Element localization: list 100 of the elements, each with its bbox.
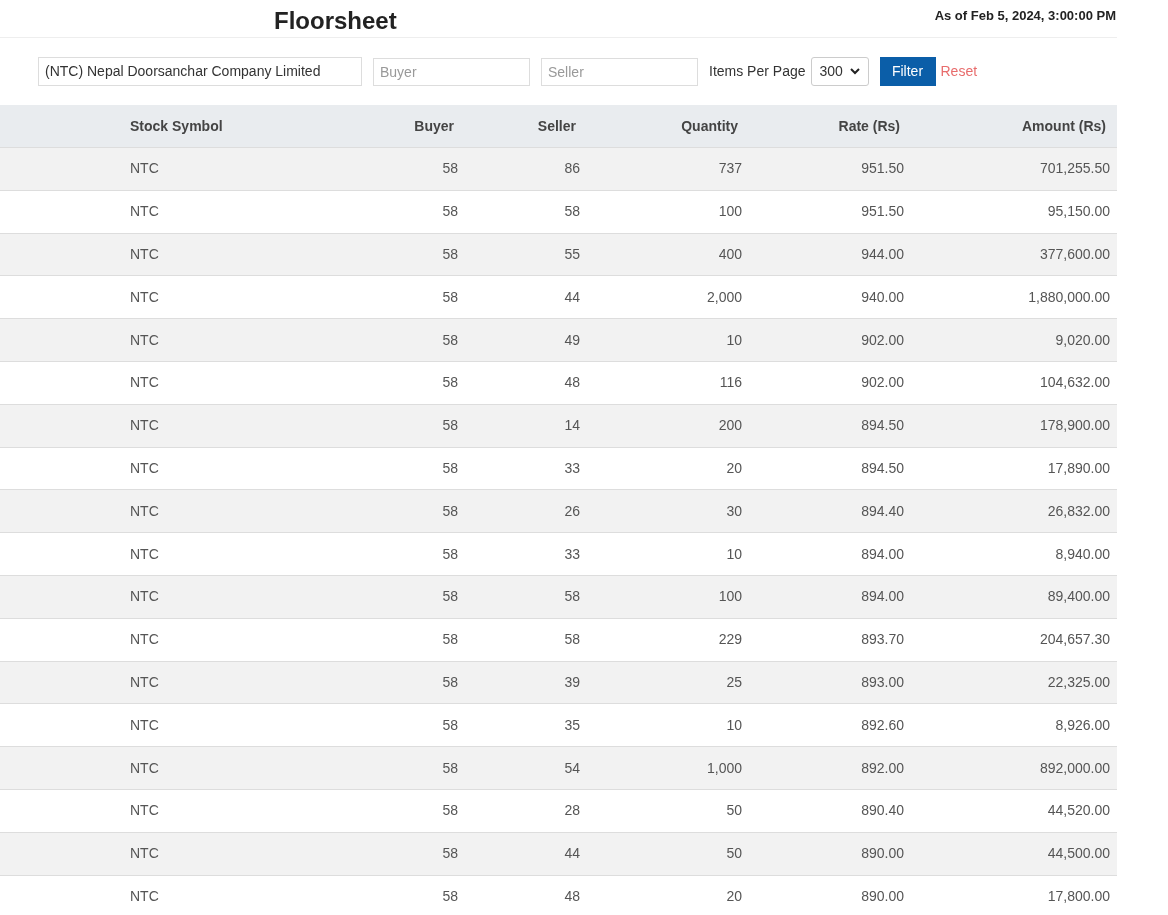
table-cell-text: 58: [441, 245, 458, 264]
table-cell-text: 2,000: [705, 287, 742, 307]
table-cell-text: 58: [441, 544, 458, 564]
table-cell-text: NTC: [129, 844, 160, 864]
table-cell-text: NTC: [129, 587, 160, 607]
table-cell-text: 229: [717, 630, 742, 650]
column-header: Rate (Rs): [837, 116, 901, 136]
table-cell-text: 17,800.00: [1046, 886, 1110, 906]
table-cell-text: NTC: [129, 458, 160, 478]
table-cell-text: 50: [725, 844, 742, 864]
table-cell-text: 58: [563, 630, 580, 650]
table-cell-text: 58: [441, 630, 458, 650]
table-cell-text: 894.50: [860, 458, 904, 478]
table-cell-text: NTC: [129, 715, 160, 735]
table-cell-text: 58: [441, 458, 458, 478]
table-cell-text: NTC: [129, 245, 160, 264]
filter-button[interactable]: Filter: [879, 57, 936, 86]
table-cell-text: 58: [441, 587, 458, 607]
table-cell-text: 9,020.00: [1054, 330, 1110, 350]
table-cell-text: 58: [441, 202, 458, 222]
table-cell-text: 54: [563, 758, 580, 778]
table-cell-text: 204,657.30: [1038, 630, 1110, 650]
chevron-down-icon: [849, 68, 860, 75]
column-header: Seller: [536, 116, 577, 136]
table-cell-text: 58: [441, 159, 458, 179]
table-cell-text: NTC: [129, 672, 160, 692]
column-header: Stock Symbol: [129, 116, 224, 136]
table-cell-text: 44: [563, 844, 580, 864]
table-cell-text: 20: [725, 458, 742, 478]
table-cell-text: 48: [563, 373, 580, 393]
table-cell-text: 50: [725, 801, 742, 821]
table-cell-text: 58: [441, 886, 458, 906]
table-cell-text: 25: [725, 672, 742, 692]
table-cell-text: 10: [725, 715, 742, 735]
table-cell-text: 58: [441, 801, 458, 821]
as-of-date: As of Feb 5, 2024, 3:00:00 PM: [934, 6, 1116, 25]
table-cell-text: 95,150.00: [1046, 202, 1110, 222]
table-cell-text: 894.50: [860, 416, 904, 436]
table-cell-text: NTC: [129, 416, 160, 436]
table-cell-text: 100: [717, 587, 742, 607]
table-cell-text: 26,832.00: [1046, 501, 1110, 521]
table-cell-text: 89,400.00: [1046, 587, 1110, 607]
table-cell-text: 890.00: [860, 886, 904, 906]
column-header: Amount (Rs): [1021, 116, 1107, 136]
seller-field[interactable]: Seller: [541, 57, 698, 86]
table-cell-text: 49: [563, 330, 580, 350]
table-cell-text: NTC: [129, 630, 160, 650]
table-cell-text: 17,890.00: [1046, 458, 1110, 478]
table-cell-text: 14: [563, 416, 580, 436]
table-cell-text: 58: [441, 330, 458, 350]
table-cell-text: 44,500.00: [1046, 844, 1110, 864]
table-cell-text: 737: [717, 159, 742, 179]
table-cell-text: 894.40: [860, 501, 904, 521]
table-cell-text: 1,880,000.00: [1027, 287, 1110, 307]
table-cell-text: 8,926.00: [1054, 715, 1110, 735]
table-cell-text: 58: [441, 416, 458, 436]
table-cell-text: NTC: [129, 202, 160, 222]
table-cell-text: 20: [725, 886, 742, 906]
table-cell-text: 58: [441, 758, 458, 778]
table-cell-text: NTC: [129, 501, 160, 521]
table-cell-text: 940.00: [860, 287, 904, 307]
table-cell-text: 28: [563, 801, 580, 821]
table-cell-text: NTC: [129, 159, 160, 179]
table-cell-text: 104,632.00: [1038, 373, 1110, 393]
table-cell-text: 35: [563, 715, 580, 735]
table-cell-text: 8,940.00: [1054, 544, 1110, 564]
table-cell-text: 58: [563, 202, 580, 222]
table-cell-text: 701,255.50: [1038, 159, 1110, 179]
table-cell-text: NTC: [129, 801, 160, 821]
table-cell-text: 890.40: [860, 801, 904, 821]
table-cell-text: 951.50: [860, 202, 904, 222]
table-cell-text: 377,600.00: [1038, 245, 1110, 264]
table-cell-text: 58: [441, 715, 458, 735]
table-cell-text: 1,000: [705, 758, 742, 778]
column-header: Buyer: [413, 116, 455, 136]
table-cell-text: 890.00: [860, 844, 904, 864]
items-per-page-select[interactable]: 300: [810, 57, 869, 86]
table-cell-text: 10: [725, 544, 742, 564]
table-cell-text: 22,325.00: [1046, 672, 1110, 692]
company-select[interactable]: (NTC) Nepal Doorsanchar Company Limited: [38, 57, 362, 86]
table-cell-text: 902.00: [860, 373, 904, 393]
buyer-field[interactable]: Buyer: [373, 57, 530, 86]
table-cell-text: 178,900.00: [1038, 416, 1110, 436]
table-cell-text: 55: [563, 245, 580, 264]
table-cell-text: NTC: [129, 758, 160, 778]
table-cell-text: 44: [563, 287, 580, 307]
table-cell-text: 894.00: [860, 587, 904, 607]
table-cell-text: NTC: [129, 886, 160, 906]
table-cell-text: 58: [563, 587, 580, 607]
table-cell-text: 26: [563, 501, 580, 521]
items-per-page-label: Items Per Page: [709, 62, 806, 81]
table-cell-text: 892.60: [860, 715, 904, 735]
table-cell-text: 893.00: [860, 672, 904, 692]
table-cell-text: 33: [563, 544, 580, 564]
table-cell-text: 892,000.00: [1038, 758, 1110, 778]
table-cell-text: 48: [563, 886, 580, 906]
table-cell-text: 58: [441, 287, 458, 307]
table-cell-text: NTC: [129, 373, 160, 393]
page-title: Floorsheet: [274, 9, 397, 33]
table-cell-text: 30: [725, 501, 742, 521]
